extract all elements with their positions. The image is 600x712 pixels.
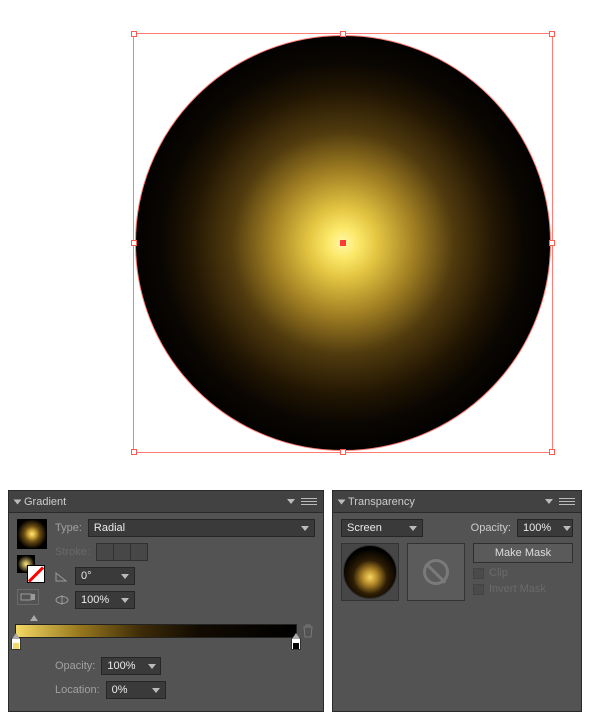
angle-field[interactable]: 0° <box>75 567 135 585</box>
panel-minimize-icon[interactable] <box>287 499 295 504</box>
gradient-tool-icon[interactable] <box>17 589 39 605</box>
gradient-panel-header: Gradient <box>9 491 323 513</box>
opacity-label: Opacity: <box>55 660 95 672</box>
clip-label: Clip <box>489 567 508 579</box>
stroke-label: Stroke: <box>55 546 90 558</box>
stop-opacity-field[interactable]: 100% <box>101 657 161 675</box>
no-mask-icon <box>423 559 449 585</box>
stroke-align-1[interactable] <box>96 543 114 561</box>
fill-stroke-swatches[interactable] <box>17 555 45 583</box>
stop-location-value: 0% <box>112 684 128 696</box>
stroke-swatch[interactable] <box>27 565 45 583</box>
invert-label: Invert Mask <box>489 583 546 595</box>
handle-top-left[interactable] <box>131 31 137 37</box>
checkbox-icon <box>473 584 484 595</box>
dropdown-arrow-icon <box>121 598 129 603</box>
trash-icon[interactable] <box>301 623 315 639</box>
angle-value: 0° <box>81 570 92 582</box>
stroke-align-2[interactable] <box>113 543 131 561</box>
gradient-preview-swatch[interactable] <box>17 519 47 549</box>
stroke-align-group <box>96 543 148 561</box>
invert-checkbox: Invert Mask <box>473 583 573 595</box>
selected-artwork[interactable] <box>133 33 553 453</box>
angle-icon <box>55 570 69 582</box>
gradient-ramp[interactable] <box>15 615 315 649</box>
panel-minimize-icon[interactable] <box>545 499 553 504</box>
stroke-align-3[interactable] <box>130 543 148 561</box>
handle-top-right[interactable] <box>549 31 555 37</box>
blend-mode-value: Screen <box>347 522 382 534</box>
gradient-panel-tab[interactable]: Gradient <box>15 496 66 508</box>
location-label: Location: <box>55 684 100 696</box>
dropdown-arrow-icon <box>121 574 129 579</box>
gradient-panel-title: Gradient <box>24 496 66 508</box>
type-select[interactable]: Radial <box>88 519 315 537</box>
checkbox-icon <box>473 568 484 579</box>
clip-checkbox: Clip <box>473 567 573 579</box>
aspect-value: 100% <box>81 594 109 606</box>
gradient-track[interactable] <box>15 624 297 638</box>
gradient-stop-start[interactable] <box>11 638 21 650</box>
aspect-field[interactable]: 100% <box>75 591 135 609</box>
transparency-panel-header: Transparency <box>333 491 581 513</box>
gradient-left-column <box>17 519 47 705</box>
transparency-panel: Transparency Screen Opacity: 100% <box>332 490 582 712</box>
dropdown-arrow-icon <box>563 526 571 531</box>
aspect-icon <box>55 594 69 606</box>
type-label: Type: <box>55 522 82 534</box>
dropdown-arrow-icon <box>409 526 417 531</box>
dropdown-arrow-icon <box>152 688 160 693</box>
canvas-area <box>25 8 575 483</box>
tp-opacity-value: 100% <box>523 522 551 534</box>
tp-opacity-label: Opacity: <box>471 522 511 534</box>
gradient-midpoint-marker[interactable] <box>30 615 38 621</box>
handle-bot-right[interactable] <box>549 449 555 455</box>
dropdown-arrow-icon <box>148 664 156 669</box>
mask-thumbnail[interactable] <box>407 543 465 601</box>
collapse-toggle-icon[interactable] <box>338 499 346 504</box>
gradient-stop-end[interactable] <box>291 638 301 650</box>
dropdown-arrow-icon <box>301 526 309 531</box>
type-value: Radial <box>94 522 125 534</box>
transparency-panel-tab[interactable]: Transparency <box>339 496 415 508</box>
transparency-panel-title: Transparency <box>348 496 415 508</box>
handle-bot-left[interactable] <box>131 449 137 455</box>
make-mask-label: Make Mask <box>495 547 551 559</box>
collapse-toggle-icon[interactable] <box>14 499 22 504</box>
object-thumbnail[interactable] <box>341 543 399 601</box>
blend-mode-select[interactable]: Screen <box>341 519 423 537</box>
gradient-main-column: Type: Radial Stroke: <box>55 519 315 705</box>
panel-menu-icon[interactable] <box>301 495 317 509</box>
make-mask-button[interactable]: Make Mask <box>473 543 573 563</box>
stop-location-field[interactable]: 0% <box>106 681 166 699</box>
panels-row: Gradient Type: Radial <box>8 490 582 712</box>
gradient-panel: Gradient Type: Radial <box>8 490 324 712</box>
tp-opacity-field[interactable]: 100% <box>517 519 573 537</box>
gradient-circle[interactable] <box>135 35 551 451</box>
panel-menu-icon[interactable] <box>559 495 575 509</box>
stop-opacity-value: 100% <box>107 660 135 672</box>
